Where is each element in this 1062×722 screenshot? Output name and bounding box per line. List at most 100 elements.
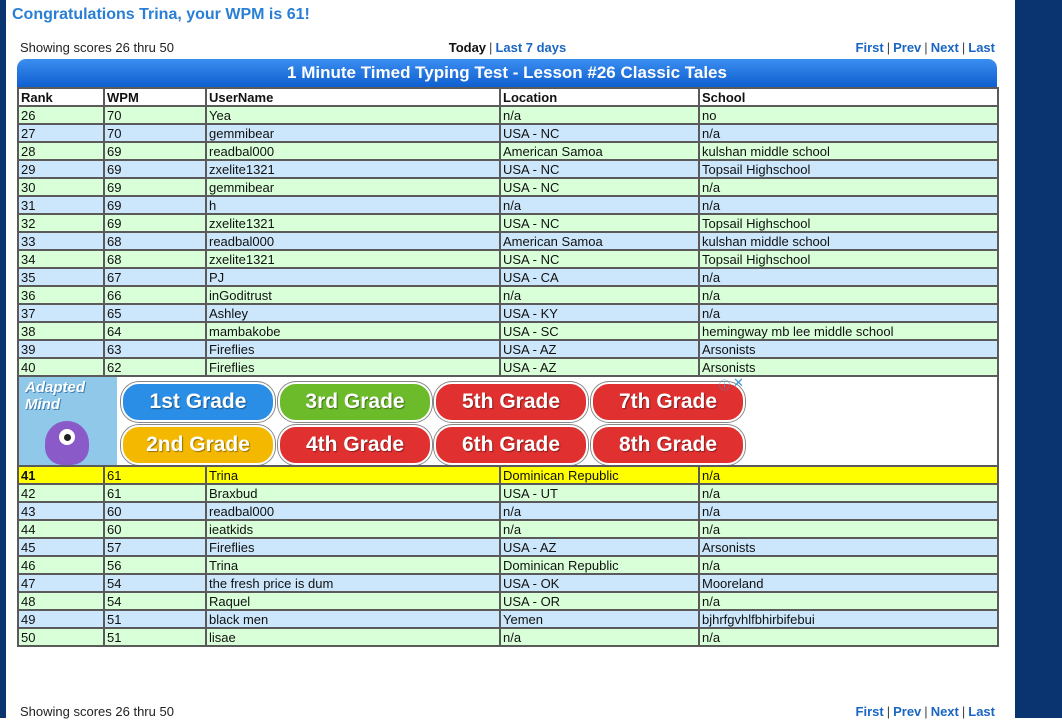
adaptedmind-ad-banner[interactable]: Adapted Mind 1st Grade 3rd Grade 5th Grade… [20,378,747,464]
grade-button[interactable]: 4th Grade [278,425,432,464]
grade-button[interactable]: 3rd Grade [278,382,432,422]
table-body-bottom: 41 61 Trina Dominican Republic n/a 42 61 Braxbu… [17,465,999,647]
table-row: 29 69 zxelite1321 USA - NC Topsail Highschoo… [17,159,999,179]
wpm-cell: 68 [103,249,207,269]
rank-cell: 44 [17,519,105,539]
school-cell: n/a [698,177,999,197]
ad-info-icon[interactable]: ⓘ [719,378,730,393]
scores-table: Rank WPM UserName Location School 26 70 Ye… [17,87,999,647]
ad-brand-text: Adapted Mind [25,379,85,413]
showing-scores-label-bottom: Showing scores 26 thru 50 [20,704,174,719]
last-page-link[interactable]: Last [968,40,995,55]
school-cell: Arsonists [698,357,999,377]
table-header-row: Rank WPM UserName Location School [17,87,999,107]
rank-cell: 36 [17,285,105,305]
grade-button[interactable]: 1st Grade [121,382,275,422]
table-title: 1 Minute Timed Typing Test - Lesson #26 … [17,59,997,87]
mascot-eye [59,429,75,445]
rank-cell: 31 [17,195,105,215]
rank-cell: 28 [17,141,105,161]
table-row: 38 64 mambakobe USA - SC hemingway mb lee mi… [17,321,999,341]
school-cell: n/a [698,267,999,287]
username-cell: Trina [205,465,501,485]
wpm-cell: 67 [103,267,207,287]
table-row: 40 62 Fireflies USA - AZ Arsonists [17,357,999,377]
scores-table-container: 1 Minute Timed Typing Test - Lesson #26 … [17,59,999,647]
wpm-cell: 56 [103,555,207,575]
grade-button[interactable]: 2nd Grade [121,425,275,464]
wpm-cell: 69 [103,213,207,233]
rank-cell: 45 [17,537,105,557]
school-cell: Topsail Highschool [698,159,999,179]
location-cell: USA - NC [499,159,700,179]
username-cell: PJ [205,267,501,287]
location-cell: n/a [499,285,700,305]
ad-brand-line2: Mind [25,396,60,413]
next-page-link-bottom[interactable]: Next [931,704,959,719]
rank-cell: 39 [17,339,105,359]
grade-button[interactable]: 6th Grade [434,425,588,464]
prev-page-link-bottom[interactable]: Prev [893,704,921,719]
table-row: 47 54 the fresh price is dum USA - OK Moorel… [17,573,999,593]
location-cell: n/a [499,501,700,521]
username-cell: mambakobe [205,321,501,341]
username-cell: inGoditrust [205,285,501,305]
username-cell: readbal000 [205,501,501,521]
username-cell: Trina [205,555,501,575]
period-selector: Today | Last 7 days [20,40,995,55]
wpm-cell: 54 [103,591,207,611]
rank-cell: 33 [17,231,105,251]
username-cell: Yea [205,105,501,125]
rank-cell: 48 [17,591,105,611]
rank-cell: 42 [17,483,105,503]
school-cell: n/a [698,285,999,305]
prev-page-link[interactable]: Prev [893,40,921,55]
rank-cell: 43 [17,501,105,521]
rank-cell: 30 [17,177,105,197]
adaptedmind-logo[interactable]: Adapted Mind [20,378,117,464]
username-cell: Fireflies [205,357,501,377]
rank-cell: 37 [17,303,105,323]
wpm-cell: 70 [103,123,207,143]
location-cell: USA - SC [499,321,700,341]
table-row: 31 69 h n/a n/a [17,195,999,215]
rank-cell: 27 [17,123,105,143]
wpm-cell: 60 [103,501,207,521]
school-cell: n/a [698,465,999,485]
wpm-cell: 65 [103,303,207,323]
bottom-nav-row: Showing scores 26 thru 50 First | Prev | Nex… [20,704,995,722]
school-cell: n/a [698,519,999,539]
wpm-cell: 61 [103,465,207,485]
table-row: 34 68 zxelite1321 USA - NC Topsail Highschoo… [17,249,999,269]
top-nav-row: Showing scores 26 thru 50 Today | Last 7 d… [20,40,995,58]
wpm-cell: 69 [103,159,207,179]
username-cell: Ashley [205,303,501,323]
next-page-link[interactable]: Next [931,40,959,55]
username-cell: ieatkids [205,519,501,539]
wpm-cell: 51 [103,609,207,629]
table-row: 36 66 inGoditrust n/a n/a [17,285,999,305]
username-cell: readbal000 [205,141,501,161]
wpm-cell: 57 [103,537,207,557]
separator: | [886,40,891,55]
table-row: 26 70 Yea n/a no [17,105,999,125]
table-row: 43 60 readbal000 n/a n/a [17,501,999,521]
last-7-days-link[interactable]: Last 7 days [495,40,566,55]
table-row: 46 56 Trina Dominican Republic n/a [17,555,999,575]
table-row: 30 69 gemmibear USA - NC n/a [17,177,999,197]
ad-cell: Adapted Mind 1st Grade 3rd Grade 5th Grade… [17,375,999,467]
username-cell: zxelite1321 [205,159,501,179]
right-sidebar [1015,0,1062,718]
school-cell: Topsail Highschool [698,249,999,269]
grade-button[interactable]: 8th Grade [591,425,745,464]
ad-close-icon[interactable]: ✕ [733,378,744,391]
username-cell: Fireflies [205,537,501,557]
wpm-cell: 60 [103,519,207,539]
bottom-pager: First | Prev | Next | Last [856,704,995,719]
grade-button[interactable]: 5th Grade [434,382,588,422]
first-page-link[interactable]: First [856,40,884,55]
first-page-link-bottom[interactable]: First [856,704,884,719]
wpm-cell: 69 [103,177,207,197]
last-page-link-bottom[interactable]: Last [968,704,995,719]
rank-cell: 46 [17,555,105,575]
